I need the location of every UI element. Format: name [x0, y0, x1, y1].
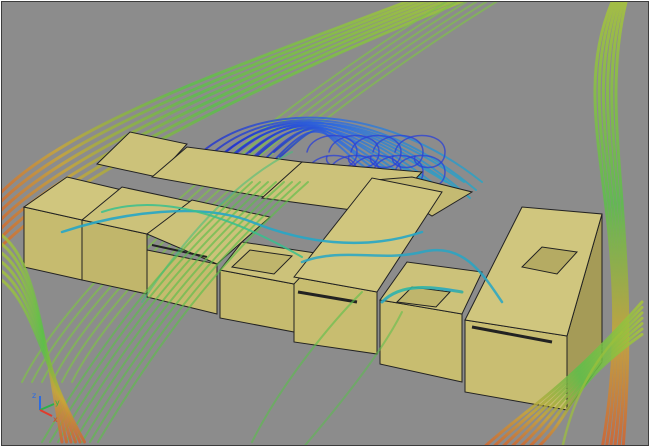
x-axis-line [39, 409, 53, 417]
streamline [2, 278, 86, 444]
y-axis-label: y [55, 398, 60, 407]
y-axis-line [39, 403, 55, 411]
x-axis-label: x [53, 415, 58, 424]
z-axis-label: z [32, 391, 36, 400]
airflow-scene[interactable]: z y x [2, 2, 648, 445]
building-group [22, 131, 603, 412]
3d-viewport[interactable]: z y x [1, 1, 649, 446]
